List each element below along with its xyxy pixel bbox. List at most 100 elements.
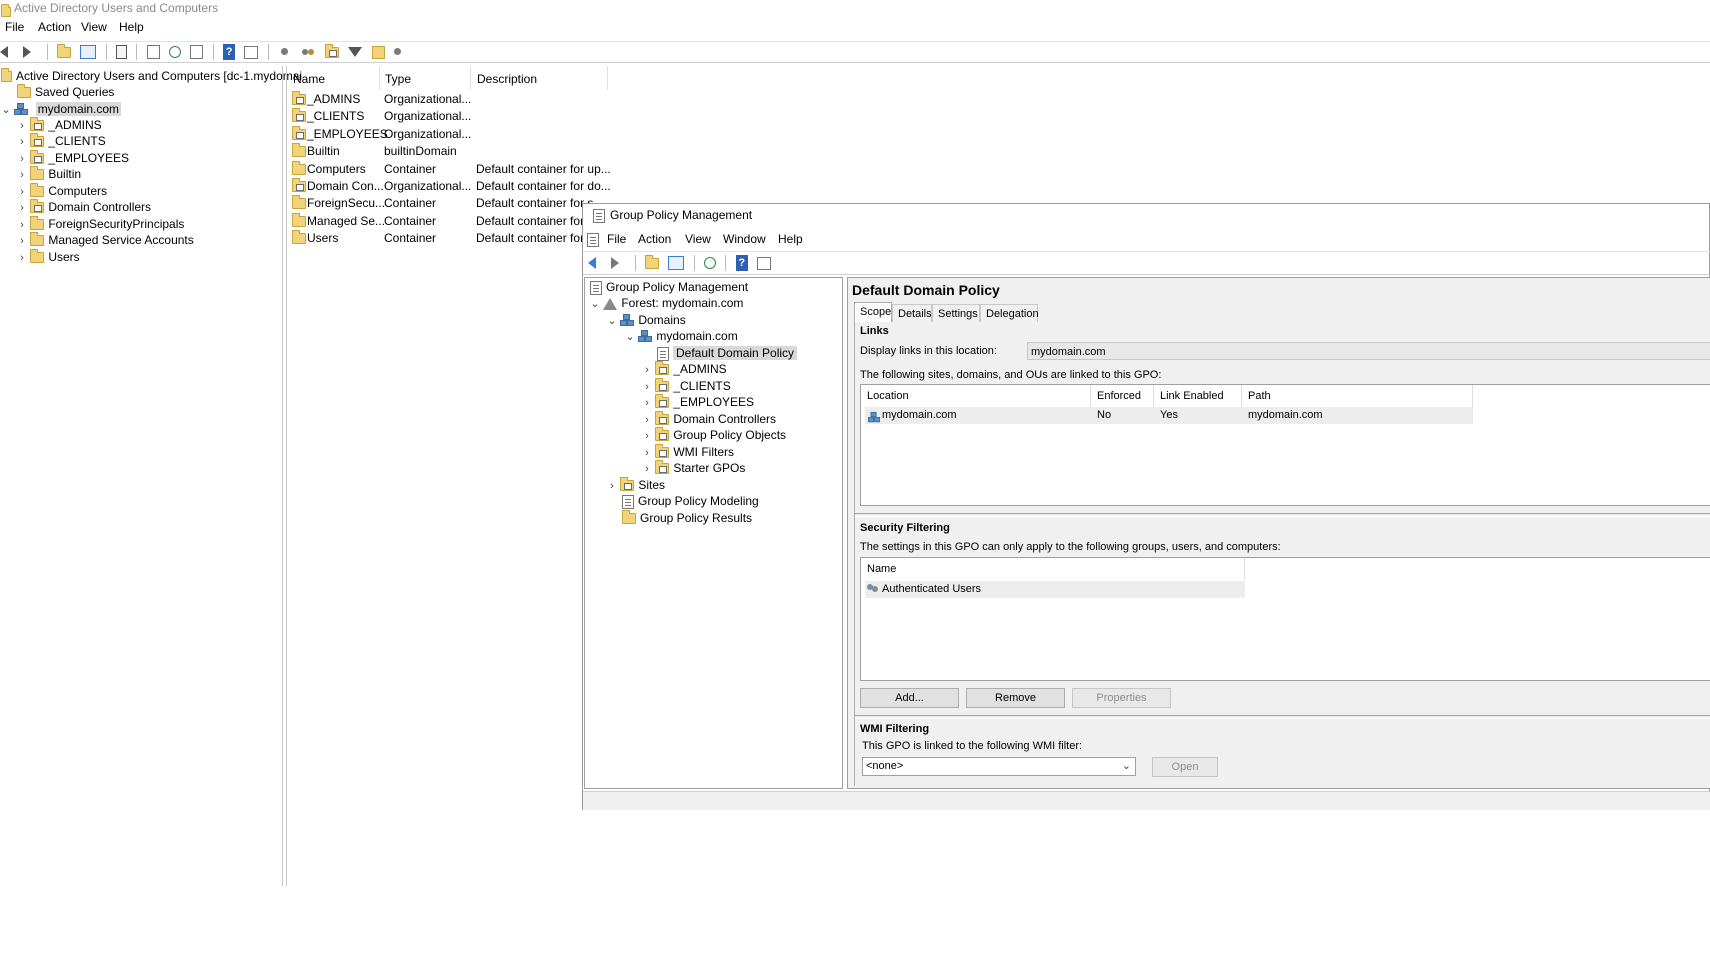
- list-item[interactable]: _EMPLOYEES Organizational...: [291, 125, 611, 142]
- gpm-menu-icon[interactable]: [587, 232, 599, 247]
- chevron-down-icon[interactable]: ⌄: [590, 296, 600, 312]
- list-item[interactable]: Managed Se... Container Default container …: [291, 212, 611, 229]
- column-header-description[interactable]: Description: [477, 72, 537, 86]
- tab-delegation[interactable]: Delegation: [980, 304, 1039, 322]
- ad-menu-action[interactable]: Action: [38, 20, 71, 34]
- ad-menu-help[interactable]: Help: [119, 20, 144, 34]
- find-icon[interactable]: [371, 45, 385, 59]
- gpm-tree-item[interactable]: › Domain Controllers: [642, 411, 776, 427]
- gpm-menu-action[interactable]: Action: [638, 232, 671, 246]
- gpm-tree-domain[interactable]: ⌄ mydomain.com: [625, 328, 737, 345]
- display-links-select[interactable]: mydomain.com: [1027, 342, 1710, 360]
- gpm-tree-modeling[interactable]: Group Policy Modeling: [622, 493, 759, 509]
- column-header-link-enabled[interactable]: Link Enabled: [1154, 385, 1242, 407]
- up-folder-icon[interactable]: [645, 254, 660, 269]
- export-list-icon[interactable]: [190, 45, 204, 59]
- chevron-right-icon[interactable]: ›: [17, 250, 27, 266]
- chevron-right-icon[interactable]: ›: [17, 118, 27, 134]
- forward-icon[interactable]: [611, 255, 625, 271]
- gpm-tree-selected-gpo-link[interactable]: Default Domain Policy: [657, 345, 798, 361]
- gpm-tree-domains[interactable]: ⌄ Domains: [607, 312, 685, 329]
- gpm-menu-view[interactable]: View: [685, 232, 711, 246]
- show-hide-tree-icon[interactable]: [80, 45, 97, 59]
- gpm-menu-window[interactable]: Window: [723, 232, 766, 246]
- gpm-tree-item[interactable]: › Starter GPOs: [642, 460, 745, 476]
- properties-button[interactable]: Properties: [1072, 688, 1171, 708]
- chevron-right-icon[interactable]: ›: [642, 379, 652, 395]
- column-header-name[interactable]: Name: [293, 72, 325, 86]
- help-icon[interactable]: ?: [735, 255, 748, 271]
- gpm-tree-forest[interactable]: ⌄ Forest: mydomain.com: [590, 295, 743, 311]
- tab-details[interactable]: Details: [892, 304, 932, 322]
- ad-tree-item[interactable]: › _ADMINS: [17, 117, 102, 133]
- help-icon[interactable]: ?: [223, 44, 236, 60]
- chevron-right-icon[interactable]: ›: [17, 184, 27, 200]
- gpm-tree-item[interactable]: › _CLIENTS: [642, 378, 731, 394]
- gpm-tree-item[interactable]: › _ADMINS: [642, 361, 727, 377]
- ad-tree-item[interactable]: › ForeignSecurityPrincipals: [17, 216, 184, 232]
- forward-icon[interactable]: [23, 44, 37, 60]
- chevron-right-icon[interactable]: ›: [607, 478, 617, 494]
- show-hide-tree-icon[interactable]: [668, 256, 685, 270]
- view-icon[interactable]: [757, 256, 772, 270]
- gpm-tree-item[interactable]: › Group Policy Objects: [642, 427, 786, 443]
- remove-button[interactable]: Remove: [966, 688, 1065, 708]
- view-icon[interactable]: [244, 45, 259, 59]
- column-header-path[interactable]: Path: [1242, 385, 1473, 407]
- chevron-right-icon[interactable]: ›: [17, 233, 27, 249]
- ad-tree-item[interactable]: › Managed Service Accounts: [17, 232, 194, 248]
- clipboard-icon[interactable]: [116, 45, 128, 59]
- add-to-group-icon[interactable]: [393, 44, 408, 60]
- ad-menu-file[interactable]: File: [5, 20, 24, 34]
- links-table-row[interactable]: mydomain.com No Yes mydomain.com: [865, 407, 1473, 424]
- refresh-icon[interactable]: [704, 257, 717, 269]
- list-item[interactable]: Computers Container Default container for …: [291, 160, 611, 177]
- new-ou-icon[interactable]: [324, 43, 339, 58]
- up-folder-icon[interactable]: [57, 43, 72, 58]
- wmi-filter-select[interactable]: <none> ⌄: [862, 757, 1136, 776]
- ad-tree-item[interactable]: › Computers: [17, 183, 107, 199]
- refresh-icon[interactable]: [169, 46, 182, 58]
- column-header-security-name[interactable]: Name: [861, 558, 1245, 580]
- chevron-down-icon[interactable]: ⌄: [625, 329, 635, 345]
- chevron-right-icon[interactable]: ›: [642, 445, 652, 461]
- ad-tree-saved-queries[interactable]: Saved Queries: [17, 84, 114, 100]
- add-button[interactable]: Add...: [860, 688, 959, 708]
- ad-menu-view[interactable]: View: [81, 20, 107, 34]
- column-header-location[interactable]: Location: [861, 385, 1091, 407]
- column-header-type[interactable]: Type: [385, 72, 411, 86]
- ad-tree-item[interactable]: › Builtin: [17, 166, 81, 182]
- gpm-tree-results[interactable]: Group Policy Results: [622, 510, 752, 526]
- list-item[interactable]: Users Container Default container for u: [291, 230, 611, 246]
- tab-settings[interactable]: Settings: [932, 304, 980, 322]
- gpm-menu-file[interactable]: File: [607, 232, 626, 246]
- new-group-icon[interactable]: [301, 44, 316, 60]
- list-item[interactable]: _ADMINS Organizational...: [291, 91, 611, 107]
- back-icon[interactable]: [588, 255, 602, 271]
- gpm-tree-item[interactable]: › WMI Filters: [642, 444, 734, 460]
- filter-icon[interactable]: [348, 47, 363, 57]
- chevron-right-icon[interactable]: ›: [642, 461, 652, 477]
- chevron-down-icon[interactable]: ⌄: [607, 313, 617, 329]
- security-row[interactable]: Authenticated Users: [865, 581, 1245, 598]
- chevron-right-icon[interactable]: ›: [17, 200, 27, 216]
- ad-tree-root[interactable]: Active Directory Users and Computers [dc…: [1, 68, 302, 84]
- gpm-tree-item[interactable]: › _EMPLOYEES: [642, 394, 754, 410]
- ad-tree-item[interactable]: › _EMPLOYEES: [17, 150, 129, 166]
- back-icon[interactable]: [0, 44, 14, 60]
- ad-tree-item[interactable]: › Users: [17, 249, 80, 265]
- chevron-right-icon[interactable]: ›: [17, 134, 27, 150]
- list-item[interactable]: _CLIENTS Organizational...: [291, 108, 611, 124]
- chevron-right-icon[interactable]: ›: [642, 362, 652, 378]
- chevron-right-icon[interactable]: ›: [642, 428, 652, 444]
- gpm-menu-help[interactable]: Help: [778, 232, 803, 246]
- chevron-right-icon[interactable]: ›: [17, 151, 27, 167]
- open-button[interactable]: Open: [1152, 757, 1218, 777]
- list-item[interactable]: Builtin builtinDomain: [291, 143, 611, 159]
- column-header-enforced[interactable]: Enforced: [1091, 385, 1154, 407]
- gpm-tree-sites[interactable]: › Sites: [607, 477, 665, 493]
- chevron-right-icon[interactable]: ›: [642, 395, 652, 411]
- list-item[interactable]: Domain Con... Organizational... Default co…: [291, 178, 611, 194]
- ad-tree-domain[interactable]: ⌄ mydomain.com: [1, 101, 122, 117]
- ad-tree-item[interactable]: › _CLIENTS: [17, 133, 106, 149]
